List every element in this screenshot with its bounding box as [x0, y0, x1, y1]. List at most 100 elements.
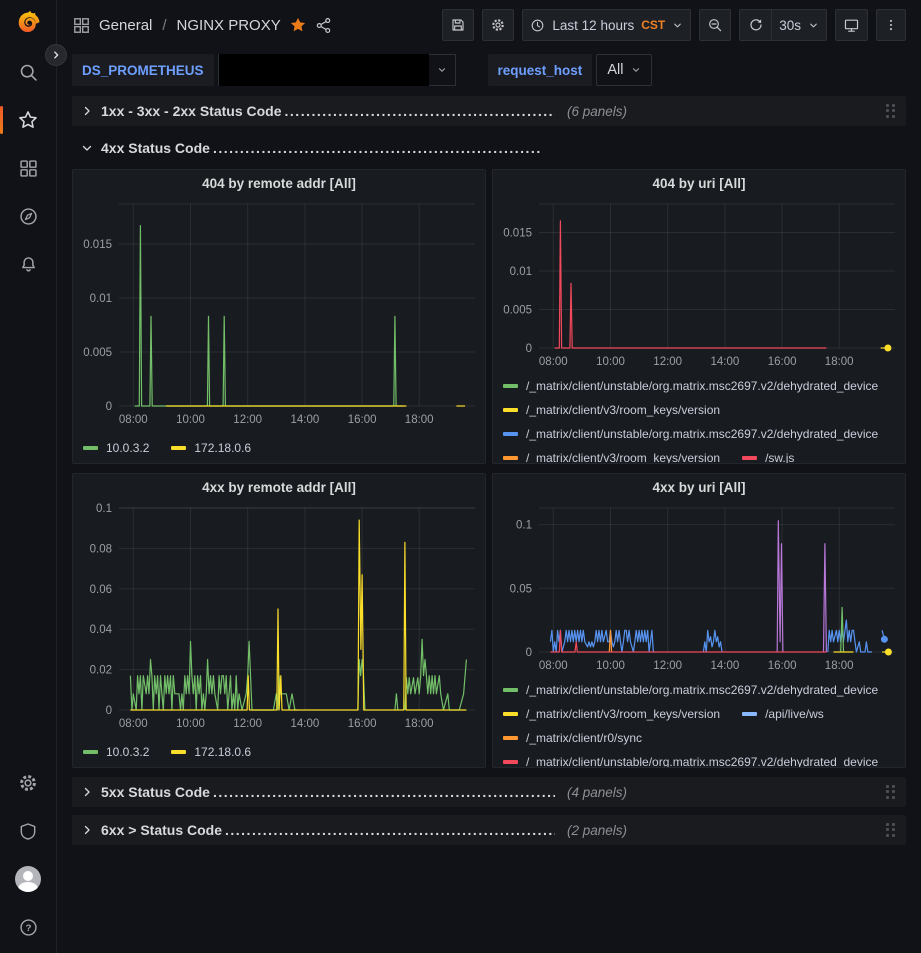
chevron-right-icon	[81, 786, 93, 798]
sidebar-expand-button[interactable]	[45, 44, 67, 66]
legend-row: /_matrix/client/unstable/org.matrix.msc2…	[503, 678, 905, 702]
sidebar-item-starred[interactable]	[0, 96, 57, 144]
grafana-logo[interactable]	[0, 0, 57, 48]
series-label: /_matrix/client/unstable/org.matrix.msc2…	[526, 683, 878, 697]
svg-text:14:00: 14:00	[291, 414, 320, 426]
legend-item[interactable]: /_matrix/client/v3/room_keys/version	[503, 451, 720, 463]
panel-title[interactable]: 4xx by remote addr [All]	[73, 474, 485, 500]
legend-item[interactable]: /_matrix/client/r0/sync	[503, 731, 642, 745]
legend-item[interactable]: /_matrix/client/v3/room_keys/version	[503, 403, 720, 417]
breadcrumb-dashboard[interactable]: NGINX PROXY	[177, 17, 281, 34]
timezone-label: CST	[641, 18, 665, 32]
series-color-swatch	[503, 408, 518, 412]
panel-title[interactable]: 404 by uri [All]	[493, 170, 905, 196]
shield-icon	[18, 821, 38, 842]
panel-title[interactable]: 404 by remote addr [All]	[73, 170, 485, 196]
panel-grid: 404 by remote addr [All] 08:0010:0012:00…	[72, 169, 906, 768]
sidebar-item-configuration[interactable]	[0, 759, 57, 807]
chart-legend: /_matrix/client/unstable/org.matrix.msc2…	[493, 676, 905, 767]
svg-text:0.01: 0.01	[90, 293, 112, 305]
legend-row: /_matrix/client/v3/room_keys/version/sw.…	[503, 446, 905, 463]
breadcrumb: General / NGINX PROXY	[99, 17, 281, 34]
panel-4xx-by-uri: 4xx by uri [All] 08:0010:0012:0014:0016:…	[492, 473, 906, 768]
svg-text:14:00: 14:00	[711, 660, 740, 672]
panel-title[interactable]: 4xx by uri [All]	[493, 474, 905, 500]
refresh-button[interactable]	[739, 9, 771, 41]
legend-item[interactable]: /api/live/ws	[742, 707, 824, 721]
chevron-right-icon	[81, 105, 93, 117]
timeseries-chart[interactable]: 08:0010:0012:0014:0016:0018:0000.020.040…	[73, 500, 485, 734]
legend-item[interactable]: /_matrix/client/unstable/org.matrix.msc2…	[503, 683, 878, 697]
chevron-down-icon	[81, 142, 93, 154]
tv-mode-button[interactable]	[835, 9, 868, 41]
sidebar-item-dashboards[interactable]	[0, 144, 57, 192]
row-6xx[interactable]: 6xx > Status Code.......................…	[72, 815, 906, 845]
row-title: 1xx - 3xx - 2xx Status Code	[101, 103, 282, 119]
more-options-button[interactable]	[876, 9, 906, 41]
share-icon[interactable]	[315, 17, 332, 34]
svg-text:18:00: 18:00	[405, 414, 434, 426]
series-color-swatch	[83, 750, 98, 754]
svg-text:18:00: 18:00	[405, 718, 434, 730]
row-leader-dots: ........................................…	[213, 140, 540, 156]
legend-item[interactable]: /_matrix/client/unstable/org.matrix.msc2…	[503, 427, 878, 441]
sidebar-item-help[interactable]: ?	[0, 903, 57, 951]
sidebar-item-explore[interactable]	[0, 192, 57, 240]
breadcrumb-folder[interactable]: General	[99, 17, 152, 34]
series-label: /api/live/ws	[765, 707, 824, 721]
svg-text:0.1: 0.1	[96, 503, 112, 515]
row-5xx[interactable]: 5xx Status Code.........................…	[72, 777, 906, 807]
chevron-right-icon	[81, 824, 93, 836]
dashboard-settings-button[interactable]	[482, 9, 514, 41]
legend-item[interactable]: /_matrix/client/unstable/org.matrix.msc2…	[503, 755, 878, 767]
legend-item[interactable]: 172.18.0.6	[171, 745, 251, 759]
zoom-out-time-button[interactable]	[699, 9, 731, 41]
series-color-swatch	[171, 446, 186, 450]
svg-text:08:00: 08:00	[119, 718, 148, 730]
legend-item[interactable]: /_matrix/client/v3/room_keys/version	[503, 707, 720, 721]
svg-text:12:00: 12:00	[233, 718, 262, 730]
svg-text:16:00: 16:00	[768, 660, 797, 672]
series-color-swatch	[503, 432, 518, 436]
legend-item[interactable]: 10.0.3.2	[83, 745, 149, 759]
row-1xx-3xx-2xx[interactable]: 1xx - 3xx - 2xx Status Code.............…	[72, 96, 906, 126]
row-title: 5xx Status Code	[101, 784, 210, 800]
timeseries-chart[interactable]: 08:0010:0012:0014:0016:0018:0000.0050.01…	[73, 196, 485, 430]
request-host-variable-dropdown[interactable]: All	[596, 54, 652, 86]
favorite-star-icon[interactable]	[289, 16, 307, 34]
series-color-swatch	[742, 712, 757, 716]
timeseries-chart[interactable]: 08:0010:0012:0014:0016:0018:0000.050.1	[493, 500, 905, 676]
clock-icon	[530, 18, 545, 33]
search-icon	[18, 62, 39, 83]
svg-text:10:00: 10:00	[596, 356, 625, 368]
legend-row: /_matrix/client/unstable/org.matrix.msc2…	[503, 750, 905, 767]
time-range-picker[interactable]: Last 12 hours CST	[522, 9, 691, 41]
grafana-logo-icon	[13, 9, 43, 39]
timeseries-chart[interactable]: 08:0010:0012:0014:0016:0018:0000.0050.01…	[493, 196, 905, 372]
svg-text:12:00: 12:00	[233, 414, 262, 426]
drag-handle-icon[interactable]	[884, 784, 898, 800]
svg-text:0: 0	[106, 401, 112, 413]
series-label: 172.18.0.6	[194, 441, 251, 455]
legend-item[interactable]: /_matrix/client/unstable/org.matrix.msc2…	[503, 379, 878, 393]
chart-legend: /_matrix/client/unstable/org.matrix.msc2…	[493, 372, 905, 463]
datasource-variable-label: DS_PROMETHEUS	[72, 54, 214, 86]
save-dashboard-button[interactable]	[442, 9, 474, 41]
svg-text:0.08: 0.08	[90, 543, 112, 555]
row-4xx[interactable]: 4xx Status Code.........................…	[72, 135, 906, 161]
svg-text:0: 0	[526, 343, 532, 355]
drag-handle-icon[interactable]	[884, 822, 898, 838]
sidebar-item-server-admin[interactable]	[0, 807, 57, 855]
legend-item[interactable]: 10.0.3.2	[83, 441, 149, 455]
save-icon	[450, 17, 466, 33]
legend-item[interactable]: 172.18.0.6	[171, 441, 251, 455]
row-title: 6xx > Status Code	[101, 822, 222, 838]
datasource-variable-dropdown[interactable]	[218, 54, 456, 86]
drag-handle-icon[interactable]	[884, 103, 898, 119]
refresh-interval-dropdown[interactable]: 30s	[771, 9, 827, 41]
sidebar-item-alerting[interactable]	[0, 240, 57, 288]
sidebar-item-profile[interactable]	[0, 855, 57, 903]
legend-item[interactable]: /sw.js	[742, 451, 794, 463]
apps-grid-icon	[72, 16, 91, 35]
series-color-swatch	[83, 446, 98, 450]
